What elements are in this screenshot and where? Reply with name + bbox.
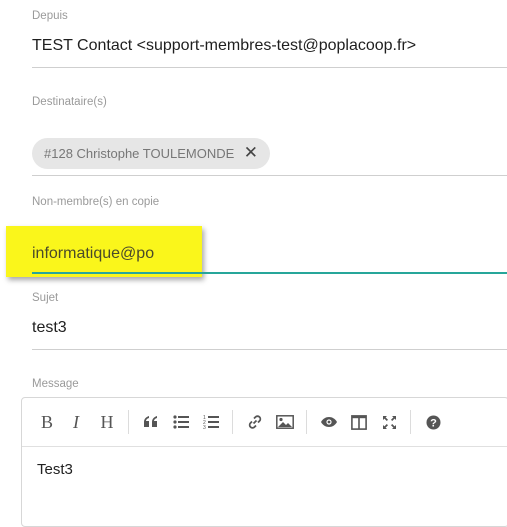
toolbar-separator bbox=[306, 410, 307, 434]
subject-label: Sujet bbox=[32, 292, 59, 304]
subject-underline bbox=[32, 349, 507, 350]
side-by-side-icon[interactable] bbox=[348, 411, 370, 433]
svg-text:3: 3 bbox=[203, 425, 206, 430]
image-icon[interactable] bbox=[274, 411, 296, 433]
recipient-chip[interactable]: #128 Christophe TOULEMONDE ✕ bbox=[32, 138, 270, 169]
heading-button[interactable]: H bbox=[96, 411, 118, 433]
subject-value[interactable]: test3 bbox=[32, 319, 67, 337]
preview-icon[interactable] bbox=[318, 411, 340, 433]
editor-toolbar: B I H 123 ? bbox=[22, 398, 507, 447]
recipient-chip-label: #128 Christophe TOULEMONDE bbox=[44, 146, 235, 161]
recipients-label: Destinataire(s) bbox=[32, 96, 107, 108]
message-editor: B I H 123 ? Test3 bbox=[21, 397, 507, 527]
recipients-underline bbox=[32, 175, 507, 176]
italic-button[interactable]: I bbox=[65, 411, 87, 433]
help-icon[interactable]: ? bbox=[422, 411, 444, 433]
cc-focus-underline bbox=[32, 272, 507, 274]
from-label: Depuis bbox=[32, 10, 68, 22]
cc-label: Non-membre(s) en copie bbox=[32, 196, 160, 208]
fullscreen-icon[interactable] bbox=[378, 411, 400, 433]
quote-icon[interactable] bbox=[140, 411, 162, 433]
svg-text:?: ? bbox=[430, 417, 437, 429]
toolbar-separator bbox=[232, 410, 233, 434]
from-underline bbox=[32, 67, 507, 68]
message-label: Message bbox=[32, 378, 79, 390]
link-icon[interactable] bbox=[244, 411, 266, 433]
ordered-list-icon[interactable]: 123 bbox=[200, 411, 222, 433]
chip-remove-icon[interactable]: ✕ bbox=[244, 143, 258, 163]
bold-button[interactable]: B bbox=[36, 411, 58, 433]
unordered-list-icon[interactable] bbox=[170, 411, 192, 433]
toolbar-separator bbox=[128, 410, 129, 434]
toolbar-separator bbox=[410, 410, 411, 434]
message-content[interactable]: Test3 bbox=[37, 461, 73, 478]
cc-input[interactable] bbox=[32, 242, 154, 266]
from-value: TEST Contact <support-membres-test@popla… bbox=[32, 37, 417, 54]
